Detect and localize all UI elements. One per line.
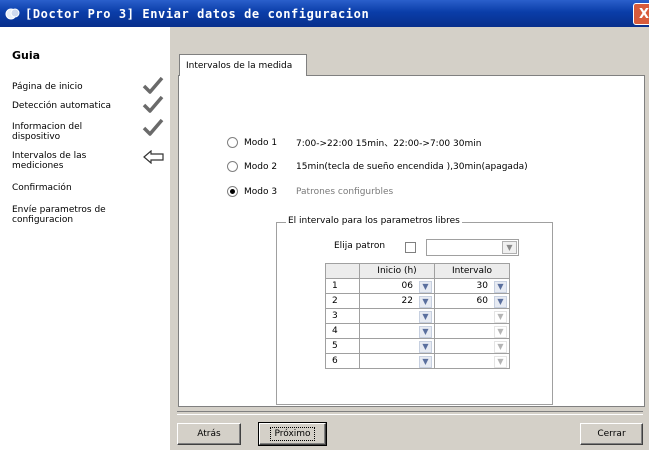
tab-intervalos[interactable]: Intervalos de la medida bbox=[179, 54, 307, 76]
mode-2-option[interactable]: Modo 2 15min(tecla de sueño encendida ),… bbox=[227, 161, 528, 172]
inicio-select[interactable]: 06 ▼ bbox=[359, 278, 435, 294]
guide-sidebar: Guia Página de inicio Detección automati… bbox=[0, 27, 171, 450]
chevron-down-icon: ▼ bbox=[494, 311, 507, 323]
guide-title: Guia bbox=[12, 49, 41, 62]
window-title: [Doctor Pro 3] Enviar datos de configura… bbox=[25, 6, 370, 21]
checkmark-icon bbox=[142, 76, 164, 94]
mode-3-option[interactable]: Modo 3 Patrones configurbles bbox=[227, 186, 393, 197]
mode-2-description: 15min(tecla de sueño encendida ),30min(a… bbox=[296, 161, 528, 172]
row-number: 4 bbox=[325, 323, 360, 339]
intervalo-select[interactable]: 30 ▼ bbox=[434, 278, 510, 294]
back-button-label: Atrás bbox=[197, 429, 221, 439]
chevron-down-icon: ▼ bbox=[494, 326, 507, 338]
sidebar-step-intervalos: Intervalos de las mediciones bbox=[12, 151, 87, 171]
close-button-label: Cerrar bbox=[597, 429, 626, 439]
mode-1-description: 7:00->22:00 15min、22:00->7:00 30min bbox=[296, 139, 482, 149]
chevron-down-icon[interactable]: ▼ bbox=[419, 311, 432, 323]
sidebar-step-deteccion: Detección automatica bbox=[12, 101, 112, 111]
close-window-button[interactable]: X bbox=[633, 3, 649, 25]
row-number: 6 bbox=[325, 353, 360, 369]
arrow-left-icon bbox=[143, 150, 164, 164]
sidebar-step-informacion: Informacion del dispositivo bbox=[12, 122, 83, 142]
intervalo-select: ▼ bbox=[434, 353, 510, 369]
chevron-down-icon[interactable]: ▼ bbox=[419, 326, 432, 338]
chevron-down-icon: ▼ bbox=[502, 241, 517, 254]
mode-3-description: Patrones configurbles bbox=[296, 186, 394, 197]
inicio-value: 06 bbox=[401, 281, 413, 291]
row-number: 3 bbox=[325, 308, 360, 324]
next-button-label: Próximo bbox=[270, 427, 315, 441]
chevron-down-icon[interactable]: ▼ bbox=[419, 281, 432, 293]
table-row: 1 06 ▼ 30 ▼ bbox=[325, 278, 510, 294]
table-row: 6 ▼ ▼ bbox=[325, 353, 510, 369]
chevron-down-icon: ▼ bbox=[494, 356, 507, 368]
inicio-select[interactable]: 22 ▼ bbox=[359, 293, 435, 309]
sidebar-step-inicio: Página de inicio bbox=[12, 82, 83, 92]
app-icon bbox=[5, 8, 20, 19]
sidebar-step-confirmacion: Confirmación bbox=[12, 183, 72, 193]
back-button[interactable]: Atrás bbox=[177, 423, 241, 445]
mode-2-radio[interactable] bbox=[227, 161, 238, 172]
checkmark-icon bbox=[142, 118, 164, 136]
intervalo-select: ▼ bbox=[434, 338, 510, 354]
row-number: 5 bbox=[325, 338, 360, 354]
pattern-label: Elija patron bbox=[334, 241, 386, 251]
row-number: 1 bbox=[325, 278, 360, 294]
chevron-down-icon[interactable]: ▼ bbox=[419, 296, 432, 308]
mode-1-label: Modo 1 bbox=[244, 137, 278, 148]
chevron-down-icon[interactable]: ▼ bbox=[494, 296, 507, 308]
intervalo-value: 30 bbox=[476, 281, 488, 291]
chevron-down-icon[interactable]: ▼ bbox=[419, 341, 432, 353]
inicio-value: 22 bbox=[401, 296, 413, 306]
main-area: Intervalos de la medida Modo 1 7:00->22:… bbox=[170, 27, 649, 450]
mode-1-radio[interactable] bbox=[227, 137, 238, 148]
divider bbox=[177, 411, 643, 415]
free-params-group: El intervalo para los parametros libres … bbox=[276, 216, 553, 405]
intervalo-select: ▼ bbox=[434, 308, 510, 324]
chevron-down-icon[interactable]: ▼ bbox=[494, 281, 507, 293]
table-header-row: Inicio (h) Intervalo bbox=[325, 263, 510, 279]
column-header-inicio: Inicio (h) bbox=[359, 263, 435, 279]
intervalo-select[interactable]: 60 ▼ bbox=[434, 293, 510, 309]
close-icon: X bbox=[638, 6, 649, 22]
table-row: 4 ▼ ▼ bbox=[325, 323, 510, 339]
pattern-select[interactable]: ▼ bbox=[426, 239, 519, 256]
next-button[interactable]: Próximo bbox=[258, 422, 327, 446]
table-row: 5 ▼ ▼ bbox=[325, 338, 510, 354]
sidebar-step-envie: Envíe parametros de configuracion bbox=[12, 205, 106, 225]
row-number: 2 bbox=[325, 293, 360, 309]
mode-3-radio[interactable] bbox=[227, 186, 238, 197]
inicio-select[interactable]: ▼ bbox=[359, 308, 435, 324]
intervalo-value: 60 bbox=[476, 296, 488, 306]
close-button[interactable]: Cerrar bbox=[580, 423, 643, 445]
free-params-legend: El intervalo para los parametros libres bbox=[286, 216, 462, 226]
table-row: 2 22 ▼ 60 ▼ bbox=[325, 293, 510, 309]
checkmark-icon bbox=[142, 95, 164, 113]
inicio-select[interactable]: ▼ bbox=[359, 338, 435, 354]
table-corner-cell bbox=[325, 263, 360, 279]
chevron-down-icon[interactable]: ▼ bbox=[419, 356, 432, 368]
pattern-checkbox[interactable] bbox=[405, 242, 416, 253]
intervals-table: Inicio (h) Intervalo 1 06 ▼ 30 ▼ 2 22 ▼ 60 ▼ bbox=[325, 263, 510, 369]
intervalo-select: ▼ bbox=[434, 323, 510, 339]
mode-3-label: Modo 3 bbox=[244, 186, 278, 197]
chevron-down-icon: ▼ bbox=[494, 341, 507, 353]
wizard-window: [Doctor Pro 3] Enviar datos de configura… bbox=[0, 0, 649, 450]
mode-2-label: Modo 2 bbox=[244, 161, 278, 172]
inicio-select[interactable]: ▼ bbox=[359, 353, 435, 369]
inicio-select[interactable]: ▼ bbox=[359, 323, 435, 339]
mode-1-option[interactable]: Modo 1 7:00->22:00 15min、22:00->7:00 30m… bbox=[227, 136, 481, 149]
column-header-intervalo: Intervalo bbox=[434, 263, 510, 279]
title-bar: [Doctor Pro 3] Enviar datos de configura… bbox=[0, 0, 649, 27]
tab-panel: Modo 1 7:00->22:00 15min、22:00->7:00 30m… bbox=[178, 75, 645, 407]
table-row: 3 ▼ ▼ bbox=[325, 308, 510, 324]
